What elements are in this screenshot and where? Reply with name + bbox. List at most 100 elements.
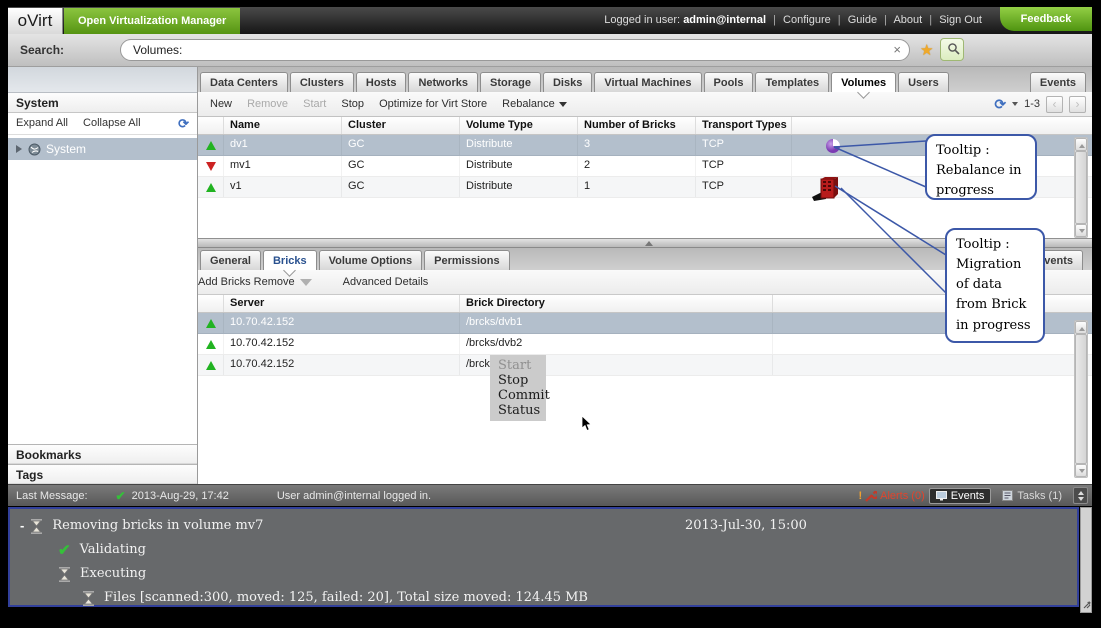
tab-pools[interactable]: Pools <box>703 72 754 92</box>
add-bricks-button[interactable]: Add Bricks <box>198 276 251 288</box>
remove-button[interactable]: Remove <box>247 92 288 116</box>
menu-item-status[interactable]: Status <box>498 403 540 418</box>
resize-grip-icon[interactable] <box>1082 600 1092 610</box>
scroll-down-icon[interactable] <box>1075 464 1087 477</box>
tree-refresh-icon[interactable]: ⟳ <box>178 116 189 132</box>
brick-row-dvb2[interactable]: 10.70.42.152 /brcks/dvb2 <box>198 334 1092 355</box>
collapse-all-link[interactable]: Collapse All <box>83 117 140 129</box>
alerts-button[interactable]: ! Alerts (0) <box>858 490 924 502</box>
brick-row-dvb1[interactable]: 10.70.42.152 /brcks/dvb1 <box>198 313 1092 334</box>
tab-data-centers[interactable]: Data Centers <box>200 72 288 92</box>
col-number-of-bricks[interactable]: Number of Bricks <box>578 117 696 134</box>
prev-page-button[interactable]: ‹ <box>1046 95 1063 113</box>
search-input[interactable] <box>133 40 885 60</box>
volumes-grid-header: Name Cluster Volume Type Number of Brick… <box>198 117 1092 135</box>
about-link[interactable]: About <box>893 14 922 26</box>
event-step-files: Files [scanned:300, moved: 125, failed: … <box>10 586 1077 610</box>
feedback-button[interactable]: Feedback <box>1000 7 1092 31</box>
col-server[interactable]: Server <box>224 295 460 312</box>
tab-disks[interactable]: Disks <box>542 72 593 92</box>
subtab-permissions[interactable]: Permissions <box>424 250 510 270</box>
search-button[interactable] <box>940 38 964 61</box>
step-check-icon: ✔ <box>58 541 71 559</box>
hourglass-icon <box>31 518 43 534</box>
scroll-thumb[interactable] <box>1075 334 1087 464</box>
volumes-toolbar: New Remove Start Stop Optimize for Virt … <box>198 92 1092 117</box>
menu-item-start[interactable]: Start <box>498 358 538 373</box>
caret-down-icon <box>558 101 567 107</box>
subtab-general[interactable]: General <box>200 250 261 270</box>
tree-expander-icon[interactable] <box>16 145 22 153</box>
tab-templates[interactable]: Templates <box>755 72 830 92</box>
col-volume-type[interactable]: Volume Type <box>460 117 578 134</box>
scroll-down-icon[interactable] <box>1075 224 1087 237</box>
sidebar-item-system[interactable]: System <box>8 138 197 160</box>
configure-link[interactable]: Configure <box>783 14 831 26</box>
optimize-button[interactable]: Optimize for Virt Store <box>379 92 487 116</box>
pane-splitter[interactable] <box>198 238 1092 248</box>
clear-search-icon[interactable]: × <box>893 42 901 57</box>
col-cluster[interactable]: Cluster <box>342 117 460 134</box>
rebalance-menu-button[interactable]: Rebalance <box>502 92 567 116</box>
status-bar-buttons: ! Alerts (0) Events Tasks (1) <box>858 487 1088 504</box>
events-footer-button[interactable]: Events <box>928 487 992 504</box>
bricks-grid-header: Server Brick Directory <box>198 295 1092 313</box>
menu-item-commit[interactable]: Commit <box>498 388 550 403</box>
tab-clusters[interactable]: Clusters <box>289 72 354 92</box>
col-name[interactable]: Name <box>224 117 342 134</box>
volumes-scrollbar[interactable] <box>1074 137 1088 238</box>
scroll-thumb[interactable] <box>1075 151 1087 224</box>
menu-item-stop[interactable]: Stop <box>498 373 538 388</box>
refresh-options-caret-icon[interactable] <box>1012 102 1019 106</box>
start-button[interactable]: Start <box>303 92 326 116</box>
stop-button[interactable]: Stop <box>341 92 364 116</box>
bookmark-star-icon[interactable]: ★ <box>920 41 933 59</box>
grid-pager: ⟳ 1-3 ‹ › <box>994 92 1086 116</box>
tab-events[interactable]: Events <box>1029 72 1086 92</box>
volume-row-v1[interactable]: v1 GC Distribute 1 TCP <box>198 177 1092 201</box>
sidebar-spacer <box>8 67 197 93</box>
page-range: 1-3 <box>1024 98 1040 110</box>
tasks-footer-button[interactable]: Tasks (1) <box>995 488 1069 504</box>
tree-item-label: System <box>46 142 87 156</box>
tab-networks[interactable]: Networks <box>408 72 478 92</box>
monitor-icon <box>935 490 947 500</box>
tab-storage[interactable]: Storage <box>479 72 541 92</box>
scroll-up-icon[interactable] <box>1075 138 1087 151</box>
brick-up-icon <box>205 318 216 328</box>
remove-bricks-menu-button[interactable]: Remove <box>254 276 312 288</box>
tab-virtual-machines[interactable]: Virtual Machines <box>594 72 702 92</box>
volume-row-dv1[interactable]: dv1 GC Distribute 3 TCP <box>198 135 1092 156</box>
system-panel-header[interactable]: System <box>8 93 197 113</box>
new-button[interactable]: New <box>210 92 232 116</box>
status-column <box>198 117 224 134</box>
next-page-button[interactable]: › <box>1069 95 1086 113</box>
search-label: Search: <box>20 43 65 57</box>
advanced-details-button[interactable]: Advanced Details <box>343 276 429 288</box>
remove-caret-down-icon[interactable] <box>299 278 312 286</box>
collapse-toggle[interactable]: - <box>20 514 24 538</box>
brick-migration-icon <box>812 177 838 201</box>
sign-out-link[interactable]: Sign Out <box>939 14 982 26</box>
subtab-events[interactable]: Events <box>1026 250 1083 270</box>
subtab-volume-options[interactable]: Volume Options <box>318 250 423 270</box>
expand-all-link[interactable]: Expand All <box>16 117 68 129</box>
col-transport-types[interactable]: Transport Types <box>696 117 792 134</box>
brick-row-dvb3[interactable]: 10.70.42.152 /brcks/dvb3 <box>198 355 1092 376</box>
bricks-toolbar: Add Bricks Remove Advanced Details <box>198 270 1092 295</box>
event-row-task[interactable]: - Removing bricks in volume mv7 2013-Jul… <box>10 514 1077 538</box>
bookmarks-panel-header[interactable]: Bookmarks <box>8 444 197 464</box>
panel-scroll-strip[interactable] <box>1080 507 1092 613</box>
subtab-bricks[interactable]: Bricks <box>262 250 317 277</box>
tab-volumes[interactable]: Volumes <box>831 72 897 99</box>
tab-hosts[interactable]: Hosts <box>355 72 407 92</box>
collapse-expand-footer-button[interactable] <box>1073 487 1088 504</box>
tab-users[interactable]: Users <box>898 72 949 92</box>
refresh-icon[interactable]: ⟳ <box>994 92 1006 116</box>
guide-link[interactable]: Guide <box>848 14 877 26</box>
scroll-up-icon[interactable] <box>1075 321 1087 334</box>
bricks-scrollbar[interactable] <box>1074 320 1088 478</box>
col-brick-directory[interactable]: Brick Directory <box>460 295 773 312</box>
tags-panel-header[interactable]: Tags <box>8 464 197 484</box>
volume-row-mv1[interactable]: mv1 GC Distribute 2 TCP <box>198 156 1092 177</box>
